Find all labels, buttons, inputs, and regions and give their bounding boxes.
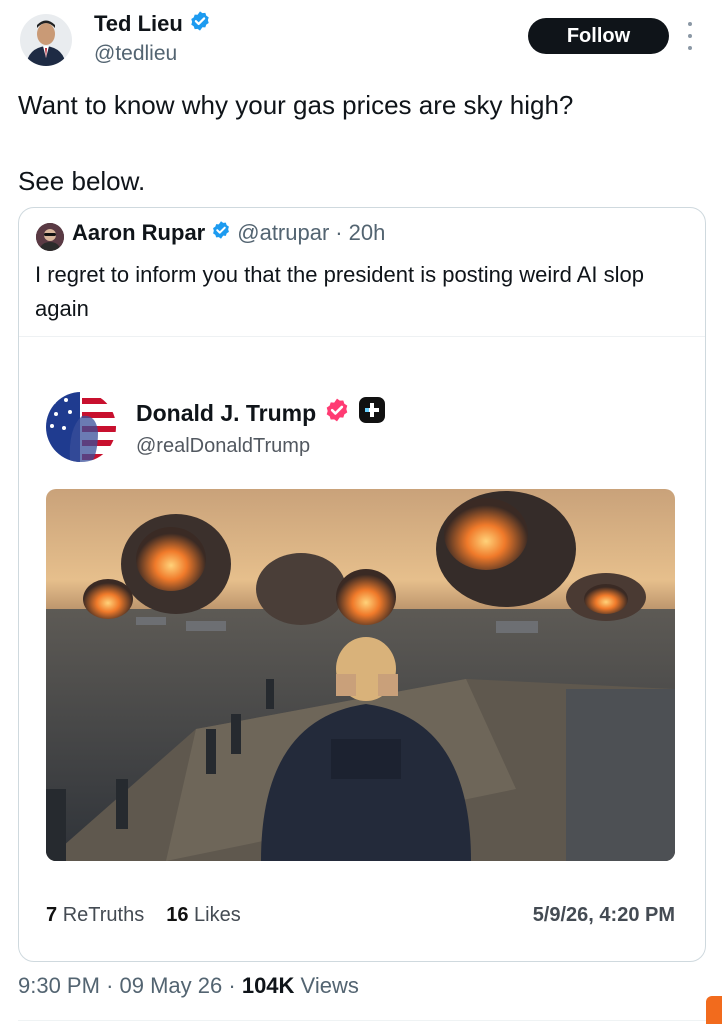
meta-separator: · [106, 973, 114, 998]
tweet-text-line1: Want to know why your gas prices are sky… [18, 90, 574, 120]
post-image[interactable] [46, 489, 675, 861]
truth-author-avatar [46, 392, 116, 462]
retruths-stat: 7 ReTruths [46, 904, 144, 927]
truth-author-name-row: Donald J. Trump [136, 396, 386, 430]
truth-verified-badge-icon [324, 397, 350, 429]
tweet-meta: 9:30 PM · 09 May 26 · 104K Views [18, 973, 359, 999]
quoted-author-name[interactable]: Aaron Rupar [72, 220, 205, 246]
meta-separator: · [228, 973, 236, 998]
floating-tab[interactable] [706, 996, 722, 1024]
retruths-label: ReTruths [62, 904, 145, 926]
truth-stats: 7 ReTruths 16 Likes [46, 904, 241, 927]
likes-count: 16 [166, 904, 189, 926]
likes-label: Likes [194, 904, 241, 926]
retruths-count: 7 [46, 904, 58, 926]
divider [19, 336, 705, 337]
divider [18, 1020, 722, 1021]
quoted-author-avatar[interactable] [36, 223, 64, 251]
truth-plus-badge-icon [358, 396, 386, 430]
verified-badge-icon [211, 220, 231, 246]
more-options-icon[interactable] [682, 22, 698, 50]
truth-post-date: 5/9/26, 4:20 PM [532, 904, 675, 926]
quoted-author-handle[interactable]: @atrupar [237, 220, 329, 246]
quoted-text: I regret to inform you that the presiden… [35, 262, 644, 321]
follow-button[interactable]: Follow [528, 18, 669, 54]
tweet-date[interactable]: 09 May 26 [120, 973, 223, 998]
quoted-time[interactable]: 20h [349, 220, 386, 246]
author-name[interactable]: Ted Lieu [94, 11, 183, 37]
truth-author-handle: @realDonaldTrump [136, 435, 311, 457]
author-name-row[interactable]: Ted Lieu [94, 10, 211, 38]
truth-author-name: Donald J. Trump [136, 399, 317, 426]
likes-stat: 16 Likes [166, 904, 241, 927]
tweet-text-line2: See below. [18, 166, 146, 196]
views-count: 104K [241, 973, 295, 998]
author-handle[interactable]: @tedlieu [94, 42, 177, 66]
views-label: Views [300, 973, 359, 998]
verified-badge-icon [189, 10, 211, 38]
author-avatar[interactable] [20, 14, 72, 66]
tweet-time[interactable]: 9:30 PM [18, 973, 100, 998]
meta-separator: · [335, 220, 343, 245]
quoted-header[interactable]: Aaron Rupar @atrupar · 20h [72, 220, 385, 246]
